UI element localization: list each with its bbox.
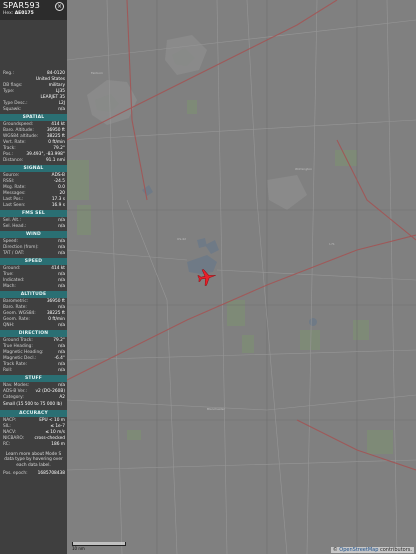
field-value: n/a [58, 323, 65, 328]
osm-link[interactable]: OpenStreetMap [339, 547, 378, 553]
section-accuracy: ACCURACY [0, 409, 67, 417]
spatial-list: Groundspeed: 414 kt Baro. Altitude: 36950 f… [0, 121, 67, 165]
fms-list: Sel. Alt.: n/a Sel. Head.: n/a [0, 217, 67, 231]
section-altitude: ALTITUDE [0, 291, 67, 298]
field-value: n/a [58, 224, 65, 229]
section-speed: SPEED [0, 258, 67, 265]
stuff-list: Nav. Modes: n/a ADS-B Ver.: v2 (DO-260B) Cat… [0, 382, 67, 402]
field-label: Reg.: [3, 71, 14, 76]
accuracy-row[interactable]: RC: 186 m [3, 442, 65, 448]
hex-code: Hex: AE0175 [3, 11, 34, 16]
field-label: TAT / OAT: [3, 251, 25, 256]
speed-list: Ground: 414 kt True: n/a Indicated: n/a Mach: n… [0, 265, 67, 291]
field-value: n/a [58, 251, 65, 256]
field-value: n/a [58, 284, 65, 289]
field-label: QNH: [3, 323, 15, 328]
field-label: RC: [3, 441, 11, 447]
aircraft-photo-area [0, 20, 67, 70]
pos-epoch-value: 1685708438 [37, 471, 65, 476]
direction-list: Ground Track: 79.2° True Heading: n/a Magnet… [0, 337, 67, 375]
details-list: Reg.: 84-0120 United States DB flags: milita… [0, 70, 67, 114]
svg-text:Fairborn: Fairborn [91, 71, 103, 75]
signal-list: Source: ADS-B RSSI: -24.5 Msg. Rate: 0.0 Messa… [0, 172, 67, 210]
field-label: Distance: [3, 158, 24, 163]
field-label: Sel. Head.: [3, 224, 27, 229]
details-row[interactable]: Squawk: n/a [3, 107, 65, 113]
close-icon[interactable]: × [55, 2, 64, 11]
field-label: Type: [3, 89, 15, 94]
section-direction: DIRECTION [0, 330, 67, 337]
section-stuff: STUFF [0, 375, 67, 382]
svg-text:Wilmington: Wilmington [295, 167, 312, 171]
altitude-list: Barometric: 36950 ft Baro. Rate: n/a Geom. W… [0, 298, 67, 330]
svg-text:US-42: US-42 [177, 237, 186, 241]
hex-value: AE0175 [14, 11, 34, 16]
spatial-row[interactable]: Distance: 91.1 nmi [3, 158, 65, 164]
map-view[interactable]: US-42 I-71 Blanchester Fairborn Wilmingt… [67, 0, 416, 554]
svg-text:I-71: I-71 [329, 242, 335, 246]
scale-bar: 10 nm [72, 542, 126, 551]
altitude-row[interactable]: QNH: n/a [3, 323, 65, 329]
field-value: n/a [58, 368, 65, 373]
scale-label: 10 nm [72, 546, 85, 551]
field-label: Category: [3, 395, 24, 400]
callsign: SPAR593 [3, 1, 41, 10]
section-fms-sel: FMS SEL [0, 210, 67, 217]
section-signal: SIGNAL [0, 165, 67, 172]
panel-header: SPAR593 Hex: AE0175 × [0, 0, 67, 20]
wind-row[interactable]: TAT / OAT: n/a [3, 251, 65, 257]
attribution-suffix: contributors. [378, 547, 412, 553]
field-value: 91.1 nmi [45, 158, 65, 163]
field-label: Last Seen: [3, 203, 26, 208]
field-value: n/a [58, 107, 65, 112]
svg-text:Blanchester: Blanchester [207, 407, 226, 411]
field-value: 16.9 s [51, 203, 65, 208]
speed-row[interactable]: Mach: n/a [3, 284, 65, 290]
hex-label: Hex: [3, 11, 14, 16]
field-value: A2 [59, 395, 65, 400]
map-attribution: © OpenStreetMap contributors. [330, 547, 414, 553]
info-text: Learn more about Mode S data type by hov… [4, 451, 63, 468]
signal-row[interactable]: Last Seen: 16.9 s [3, 203, 65, 209]
pos-epoch-label: Pos. epoch: [3, 471, 28, 476]
field-label: Squawk: [3, 107, 22, 112]
section-wind: WIND [0, 231, 67, 238]
accuracy-list: NACP: EPU < 10 m SIL: ≤ 1e-7 NACV: ≤ 10 m/s NI… [0, 417, 67, 449]
category-description: Small (15 500 to 75 000 lb) [3, 402, 63, 407]
pos-epoch-row: Pos. epoch: 1685708438 [0, 471, 67, 477]
field-label: Roll: [3, 368, 13, 373]
wind-list: Speed: n/a Direction (from): n/a TAT / OAT: n… [0, 238, 67, 258]
field-value: 186 m [51, 441, 65, 447]
field-label: Mach: [3, 284, 16, 289]
stuff-row[interactable]: Category: A2 [3, 395, 65, 401]
section-spatial: SPATIAL [0, 114, 67, 121]
aircraft-info-panel: SPAR593 Hex: AE0175 × Reg.: 84-0120 United… [0, 0, 67, 554]
fms-row[interactable]: Sel. Head.: n/a [3, 224, 65, 230]
direction-row[interactable]: Roll: n/a [3, 368, 65, 374]
map-tiles: US-42 I-71 Blanchester Fairborn Wilmingt… [67, 0, 416, 554]
